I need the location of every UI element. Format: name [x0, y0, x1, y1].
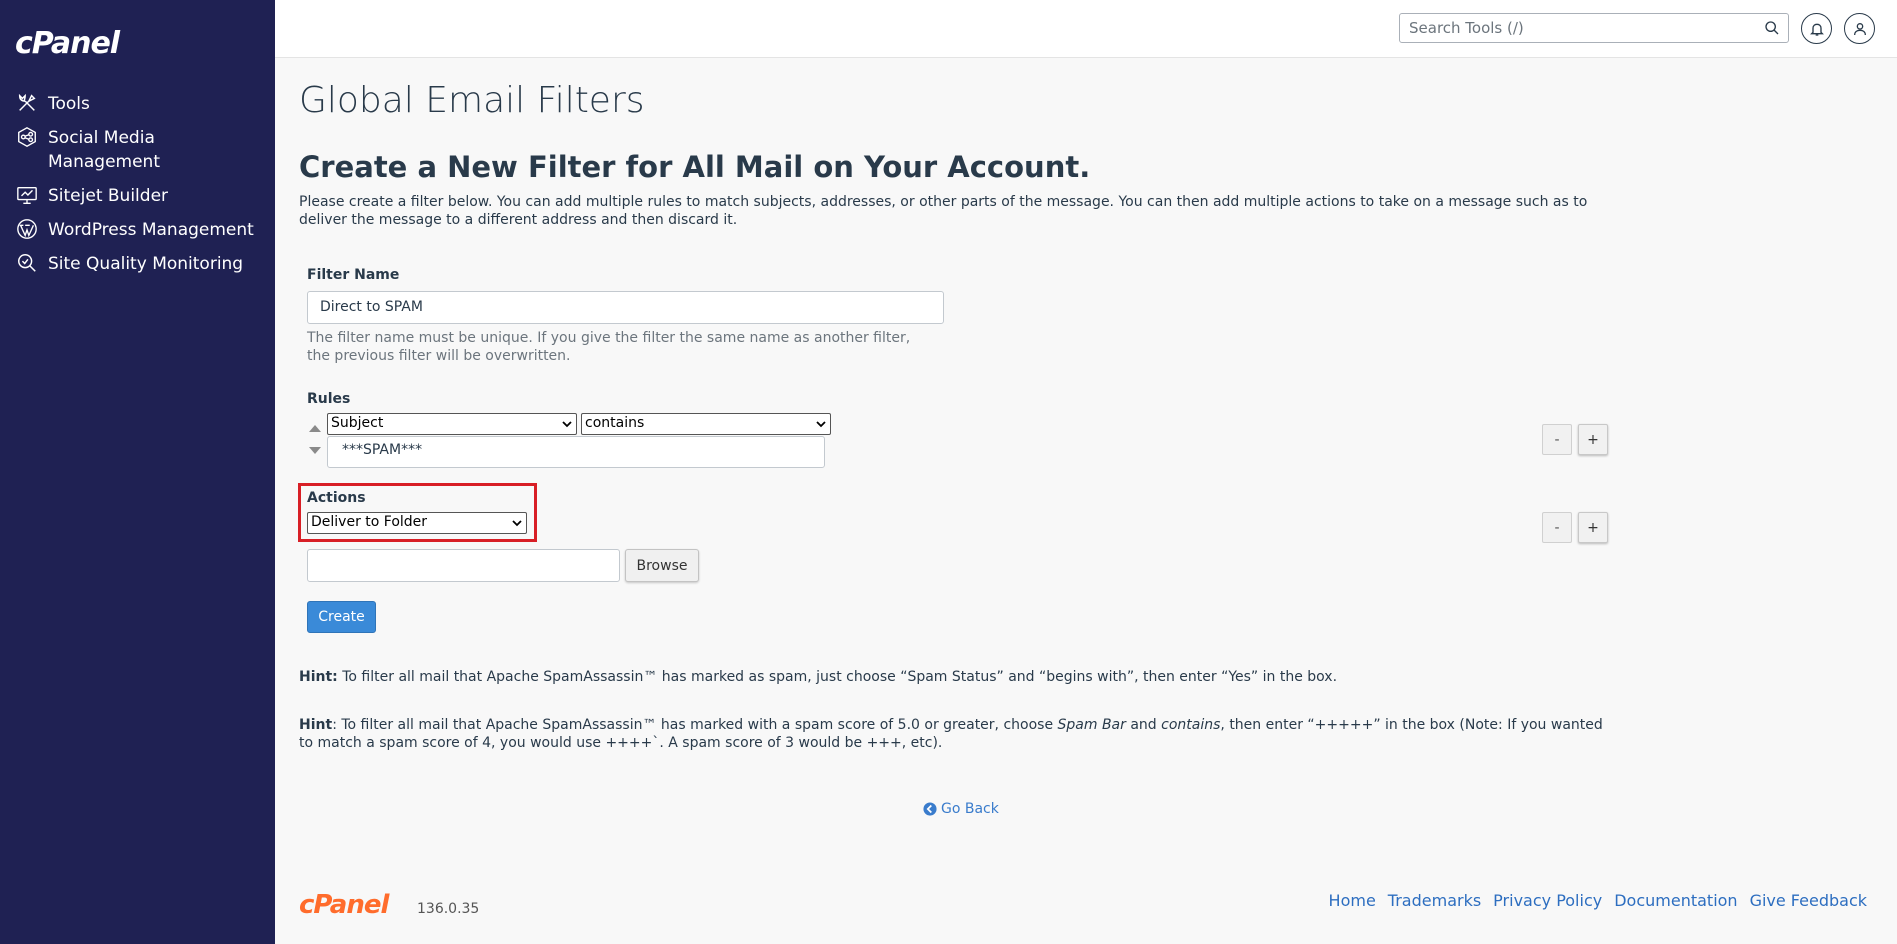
hint-text: and	[1125, 717, 1162, 733]
sidebar-item-social-media[interactable]: Social Media Management	[0, 126, 275, 174]
hint-emphasis: Spam Bar	[1057, 717, 1126, 733]
sidebar-nav: Tools Social Media Management Sitejet Bu…	[0, 92, 275, 286]
browse-button[interactable]: Browse	[625, 549, 699, 582]
filter-name-field[interactable]: Direct to SPAM	[307, 291, 944, 324]
top-bar: Search Tools (/)	[275, 0, 1897, 58]
move-rule-down-icon[interactable]	[309, 447, 321, 454]
wordpress-icon	[14, 218, 40, 240]
sitejet-icon	[14, 184, 40, 206]
remove-action-button[interactable]: -	[1542, 512, 1572, 543]
footer-cpanel-logo: cPanel	[299, 890, 389, 920]
rule-operator-value: contains	[585, 415, 645, 431]
move-rule-up-icon[interactable]	[309, 425, 321, 432]
notifications-button[interactable]	[1801, 13, 1832, 44]
footer-link-give-feedback[interactable]: Give Feedback	[1750, 891, 1867, 910]
hint-spam-score: Hint: To filter all mail that Apache Spa…	[299, 716, 1619, 752]
sidebar-item-site-quality[interactable]: Site Quality Monitoring	[0, 252, 275, 276]
rule-operator-select[interactable]: contains	[581, 413, 831, 435]
actions-label: Actions	[307, 490, 366, 506]
sidebar-item-label: WordPress Management	[48, 220, 254, 240]
sidebar-item-label: Social Media Management	[48, 128, 160, 172]
user-menu-button[interactable]	[1844, 13, 1875, 44]
footer-link-home[interactable]: Home	[1329, 891, 1376, 910]
arrow-circle-left-icon	[923, 802, 937, 816]
chevron-down-icon	[512, 520, 522, 527]
rule-value-field[interactable]: ***SPAM***	[327, 436, 825, 468]
hint-text: : To filter all mail that Apache SpamAss…	[332, 717, 1058, 733]
hint-label: Hint:	[299, 669, 338, 685]
add-action-button[interactable]: +	[1578, 512, 1608, 543]
hint-spam-status: Hint: To filter all mail that Apache Spa…	[299, 668, 1619, 686]
sidebar-item-label: Sitejet Builder	[48, 186, 169, 206]
hint-emphasis: contains	[1161, 717, 1221, 733]
bell-icon	[1809, 23, 1824, 36]
action-select[interactable]: Deliver to Folder	[307, 512, 527, 534]
search-icon[interactable]	[1764, 20, 1780, 36]
sidebar-item-tools[interactable]: Tools	[0, 92, 275, 116]
go-back-link[interactable]: Go Back	[923, 801, 999, 817]
chevron-down-icon	[816, 421, 826, 428]
version-number: 136.0.35	[417, 901, 480, 917]
footer-link-trademarks[interactable]: Trademarks	[1388, 891, 1481, 910]
create-button[interactable]: Create	[307, 601, 376, 633]
footer-link-documentation[interactable]: Documentation	[1614, 891, 1737, 910]
rule-field-value: Subject	[331, 415, 384, 431]
section-title: Create a New Filter for All Mail on Your…	[299, 150, 1091, 184]
social-media-icon	[14, 126, 40, 148]
sidebar-item-sitejet[interactable]: Sitejet Builder	[0, 184, 275, 208]
rule-field-select[interactable]: Subject	[327, 413, 577, 435]
chevron-down-icon	[562, 421, 572, 428]
remove-rule-button[interactable]: -	[1542, 424, 1572, 455]
user-icon	[1853, 22, 1866, 35]
search-placeholder: Search Tools (/)	[1409, 19, 1524, 37]
sidebar: cPanel Tools Social Media Management Sit…	[0, 0, 275, 944]
go-back-label: Go Back	[941, 801, 999, 817]
page-title: Global Email Filters	[299, 80, 645, 121]
add-rule-button[interactable]: +	[1578, 424, 1608, 455]
filter-name-help: The filter name must be unique. If you g…	[307, 330, 911, 364]
rules-label: Rules	[307, 391, 351, 407]
hint-text: To filter all mail that Apache SpamAssas…	[342, 669, 1338, 685]
cpanel-logo[interactable]: cPanel	[15, 26, 120, 61]
site-quality-icon	[14, 252, 40, 274]
footer-link-privacy-policy[interactable]: Privacy Policy	[1493, 891, 1602, 910]
filter-name-label: Filter Name	[307, 267, 400, 283]
hint-label: Hint	[299, 717, 333, 733]
tools-icon	[14, 92, 40, 114]
footer-links: Home Trademarks Privacy Policy Documenta…	[1329, 891, 1867, 910]
intro-text: Please create a filter below. You can ad…	[299, 194, 1588, 228]
sidebar-item-wordpress[interactable]: WordPress Management	[0, 218, 275, 242]
action-value: Deliver to Folder	[311, 514, 428, 530]
sidebar-item-label: Site Quality Monitoring	[48, 254, 244, 274]
search-input[interactable]: Search Tools (/)	[1399, 13, 1789, 43]
sidebar-item-label: Tools	[48, 94, 90, 114]
folder-path-field[interactable]	[307, 549, 620, 582]
